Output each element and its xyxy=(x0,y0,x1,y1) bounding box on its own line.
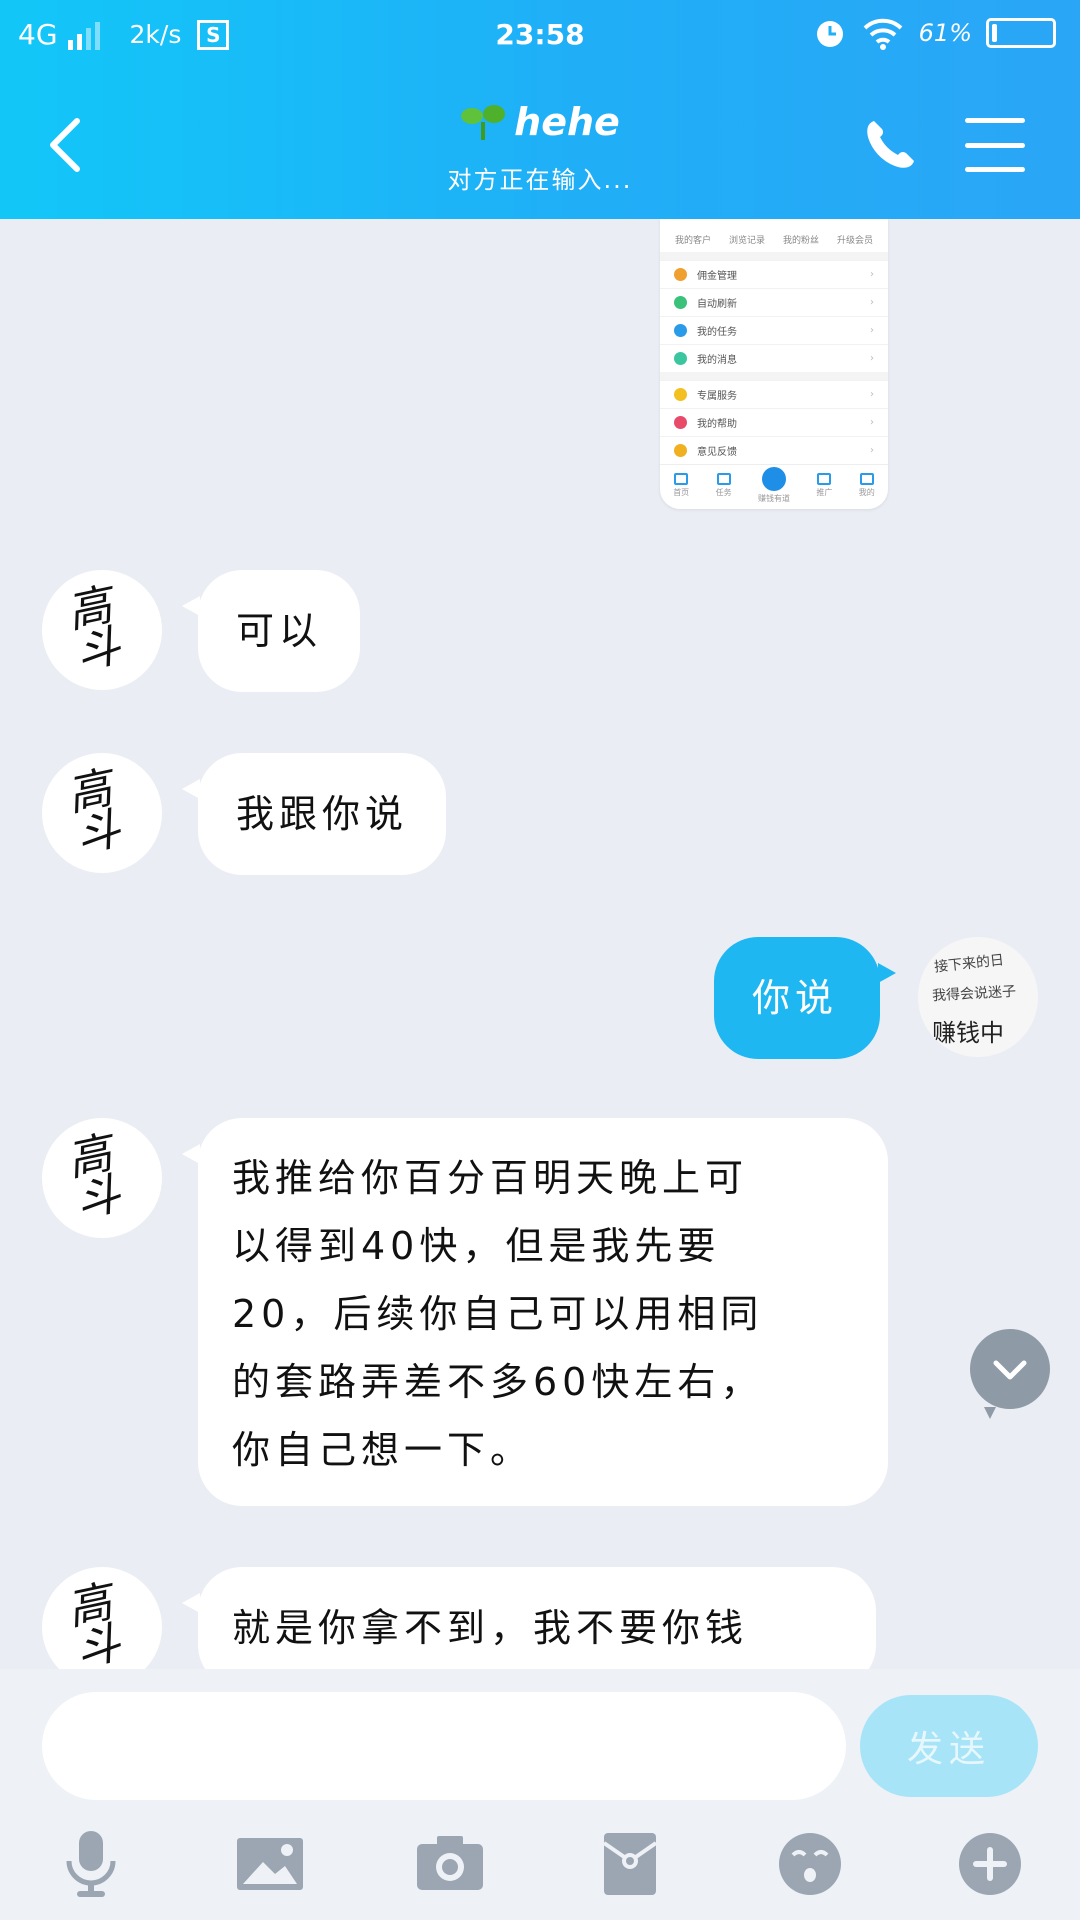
card-tab: 任务 xyxy=(716,473,732,498)
emoji-button[interactable] xyxy=(765,1819,855,1909)
self-avatar[interactable]: 接下来的日 我得会说迷子 赚钱中 xyxy=(918,937,1038,1057)
hamburger-menu-icon xyxy=(965,118,1025,123)
red-packet-button[interactable] xyxy=(585,1819,675,1909)
message-input[interactable] xyxy=(42,1692,846,1800)
composer: 发送 xyxy=(0,1669,1080,1920)
message-line: 我推给你百分百明天晚上可 xyxy=(232,1156,749,1200)
voice-button[interactable] xyxy=(46,1819,136,1909)
send-button[interactable]: 发送 xyxy=(860,1695,1038,1797)
message-line: 20，后续你自己可以用相同 xyxy=(232,1292,764,1336)
message-bubble-incoming[interactable]: 就是你拿不到，我不要你钱 xyxy=(182,1567,876,1669)
chat-title[interactable]: hehe xyxy=(460,100,620,144)
message-bubble-incoming[interactable]: 我跟你说 xyxy=(181,753,447,875)
card-top-label: 浏览记录 xyxy=(728,236,765,246)
battery-percent: 61% xyxy=(918,19,972,47)
call-button[interactable] xyxy=(860,115,920,175)
message-line: 以得到40快，但是我先要 xyxy=(232,1224,721,1268)
image-icon xyxy=(237,1838,303,1890)
card-top-label: 升级会员 xyxy=(836,236,873,246)
menu-button[interactable] xyxy=(965,118,1025,172)
alarm-icon xyxy=(816,21,843,47)
message-text: 可以 xyxy=(236,609,323,653)
message-bubble-incoming[interactable]: 可以 xyxy=(181,570,361,692)
card-tab: 赚钱有道 xyxy=(758,467,790,504)
message-bubble-incoming[interactable]: 我推给你百分百明天晚上可 以得到40快，但是我先要 20，后续你自己可以用相同 … xyxy=(182,1118,888,1506)
wifi-icon xyxy=(863,18,903,50)
status-bar: 4G 2k/s S 23:58 61% xyxy=(0,0,1080,72)
chat-header: 4G 2k/s S 23:58 61% hehe 对方正在输入... xyxy=(0,0,1080,219)
camera-icon xyxy=(417,1836,483,1890)
message-line: 的套路弄差不多60快左右， xyxy=(232,1360,764,1404)
plus-icon xyxy=(959,1833,1021,1895)
card-row: 我的消息 › xyxy=(660,344,888,372)
message-list[interactable]: 我的客户 浏览记录 我的粉丝 升级会员 佣金管理 › 自动刷新 › 我的任务 › 我的… xyxy=(0,219,1080,1669)
card-top-label: 我的粉丝 xyxy=(782,236,819,246)
scroll-to-bottom-button[interactable] xyxy=(970,1329,1050,1419)
card-tab: 推广 xyxy=(816,473,832,498)
message-line: 你自己想一下。 xyxy=(232,1428,534,1472)
red-packet-icon xyxy=(602,1833,658,1895)
message-text: 你说 xyxy=(752,976,839,1020)
card-row: 我的任务 › xyxy=(660,316,888,344)
contact-avatar[interactable]: 高斗 xyxy=(42,570,162,690)
image-message[interactable]: 我的客户 浏览记录 我的粉丝 升级会员 佣金管理 › 自动刷新 › 我的任务 › 我的… xyxy=(660,219,888,509)
card-row: 自动刷新 › xyxy=(660,288,888,316)
contact-avatar[interactable]: 高斗 xyxy=(42,1118,162,1238)
card-tab: 首页 xyxy=(673,473,689,498)
card-top-label: 我的客户 xyxy=(674,236,711,246)
sprout-icon xyxy=(461,105,506,140)
more-button[interactable] xyxy=(945,1819,1035,1909)
battery-icon xyxy=(986,18,1056,48)
microphone-icon xyxy=(66,1831,116,1897)
card-tab: 我的 xyxy=(859,473,875,498)
emoji-icon xyxy=(779,1833,841,1895)
card-row: 意见反馈 › xyxy=(660,436,888,464)
contact-name: hehe xyxy=(514,100,620,144)
phone-icon xyxy=(867,121,914,168)
card-row: 专属服务 › xyxy=(660,380,888,408)
card-row: 佣金管理 › xyxy=(660,260,888,288)
chevron-down-icon xyxy=(993,1360,1027,1380)
contact-avatar[interactable]: 高斗 xyxy=(42,753,162,873)
composer-toolbar xyxy=(0,1819,1080,1909)
message-bubble-outgoing[interactable]: 你说 xyxy=(714,937,896,1059)
contact-avatar[interactable]: 高斗 xyxy=(42,1567,162,1669)
card-row: 我的帮助 › xyxy=(660,408,888,436)
message-text: 我跟你说 xyxy=(236,792,409,836)
camera-button[interactable] xyxy=(405,1819,495,1909)
message-text: 就是你拿不到，我不要你钱 xyxy=(232,1606,749,1650)
photo-button[interactable] xyxy=(225,1819,315,1909)
